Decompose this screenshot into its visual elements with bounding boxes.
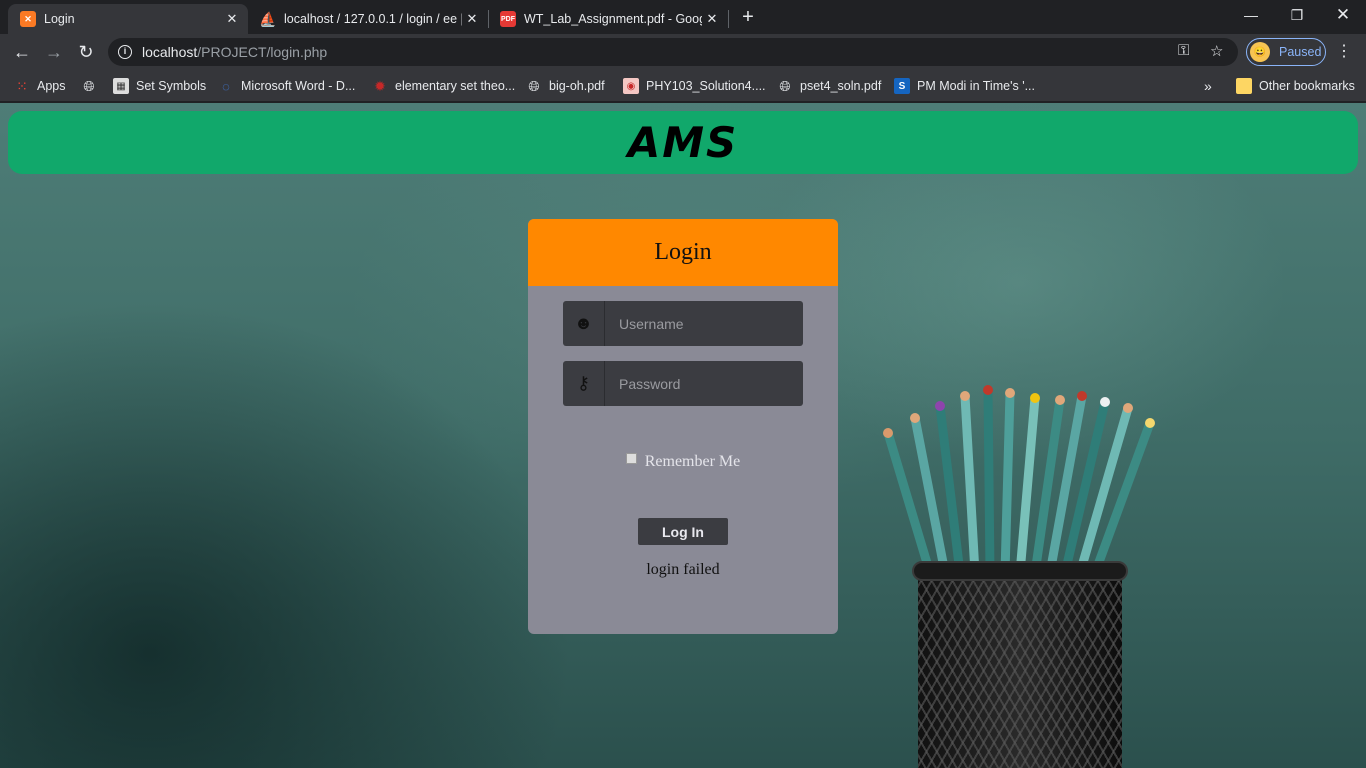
profile-button[interactable]: 😀 Paused: [1246, 38, 1326, 66]
bookmark-elementary-set-theory[interactable]: ✹ elementary set theo...: [372, 76, 515, 96]
username-input[interactable]: [605, 301, 803, 346]
pencils-illustration: [883, 385, 1155, 578]
key-icon: ⚷: [563, 361, 605, 406]
browser-toolbar: ← → ↻ i localhost/PROJECT/login.php ⚿ ☆ …: [0, 34, 1366, 70]
loading-icon: ◌: [222, 78, 230, 94]
bookmark-phy103[interactable]: ◉ PHY103_Solution4....: [623, 76, 766, 96]
tab-phpmyadmin[interactable]: ⛵ localhost / 127.0.0.1 / login / ee | ✕: [248, 4, 488, 34]
login-error-message: login failed: [646, 561, 720, 578]
page-background: AMS Login ☻ Username ⚷ Remember Me Log I…: [0, 103, 1366, 768]
site-brand: AMS: [627, 118, 739, 167]
document-icon: ◉: [623, 78, 639, 94]
bookmark-pset4[interactable]: 🌐︎ pset4_soln.pdf: [777, 76, 881, 96]
minimize-button[interactable]: —: [1228, 0, 1274, 30]
remember-me[interactable]: Remember Me: [528, 452, 838, 471]
bookmark-big-oh[interactable]: 🌐︎ big-oh.pdf: [526, 76, 604, 96]
folder-icon: [1236, 78, 1252, 94]
more-menu-icon[interactable]: ⋮: [1336, 38, 1352, 66]
scribd-icon: S: [894, 78, 910, 94]
close-icon[interactable]: ✕: [222, 11, 242, 27]
window-close-button[interactable]: ✕: [1320, 0, 1366, 30]
tab-title: localhost / 127.0.0.1 / login / ee |: [284, 12, 462, 26]
login-card: Login ☻ ⚷ Remember Me Log In login faile…: [528, 219, 838, 634]
user-icon: ☻: [563, 301, 605, 346]
pdf-icon: PDF: [500, 11, 516, 27]
tab-strip: ✕ Login ✕ ⛵ localhost / 127.0.0.1 / logi…: [0, 0, 1366, 34]
login-title: Login: [654, 239, 712, 265]
profile-status: Paused: [1279, 45, 1322, 59]
pencil-cup-rim: [912, 561, 1128, 581]
reload-button[interactable]: ↻: [72, 38, 100, 66]
bookmarks-overflow-button[interactable]: »: [1204, 76, 1212, 96]
username-field: ☻: [563, 301, 803, 346]
login-card-header: Login: [528, 219, 838, 286]
globe-icon: 🌐︎: [83, 77, 95, 94]
pencil-cup: [918, 565, 1122, 768]
bookmark-microsoft-word[interactable]: ◌ Microsoft Word - D...: [218, 76, 355, 96]
avatar: 😀: [1250, 42, 1270, 62]
star-icon[interactable]: ☆: [1210, 42, 1223, 60]
new-tab-button[interactable]: +: [736, 4, 760, 30]
gear-icon: ✹: [374, 77, 386, 94]
tab-separator: [728, 10, 729, 28]
close-icon[interactable]: ✕: [462, 11, 482, 27]
xampp-icon: ✕: [20, 11, 36, 27]
tab-title: WT_Lab_Assignment.pdf - Googl: [524, 12, 702, 26]
other-bookmarks[interactable]: Other bookmarks: [1236, 76, 1355, 96]
url-text[interactable]: localhost/PROJECT/login.php: [142, 44, 327, 60]
bookmark-globe[interactable]: 🌐︎: [81, 76, 104, 96]
tab-login[interactable]: ✕ Login ✕: [8, 4, 248, 34]
remember-me-checkbox[interactable]: [625, 452, 637, 464]
info-icon[interactable]: i: [118, 45, 132, 59]
close-icon[interactable]: ✕: [702, 11, 722, 27]
login-button[interactable]: Log In: [638, 518, 728, 545]
back-button[interactable]: ←: [8, 38, 36, 66]
tab-title: Login: [44, 12, 75, 26]
password-input[interactable]: [605, 361, 803, 406]
globe-icon: 🌐︎: [528, 77, 540, 94]
bookmark-apps[interactable]: ⁙ Apps: [14, 76, 65, 96]
header-banner: AMS: [8, 111, 1358, 174]
bookmarks-bar: ⁙ Apps 🌐︎ ▦ Set Symbols ◌ Microsoft Word…: [0, 70, 1366, 102]
image-icon: ▦: [113, 78, 129, 94]
bookmark-pm-modi[interactable]: S PM Modi in Time's '...: [894, 76, 1035, 96]
forward-button[interactable]: →: [40, 38, 68, 66]
password-field: ⚷: [563, 361, 803, 406]
globe-icon: 🌐︎: [779, 77, 791, 94]
remember-me-label: Remember Me: [644, 453, 741, 470]
bookmark-set-symbols[interactable]: ▦ Set Symbols: [113, 76, 206, 96]
restore-button[interactable]: ❐: [1274, 0, 1320, 30]
key-icon[interactable]: ⚿: [1178, 42, 1189, 59]
address-bar[interactable]: i localhost/PROJECT/login.php ⚿ ☆: [108, 38, 1238, 66]
phpmyadmin-icon: ⛵: [259, 10, 277, 27]
apps-grid-icon: ⁙: [16, 77, 28, 94]
tab-pdf[interactable]: PDF WT_Lab_Assignment.pdf - Googl ✕: [488, 4, 728, 34]
